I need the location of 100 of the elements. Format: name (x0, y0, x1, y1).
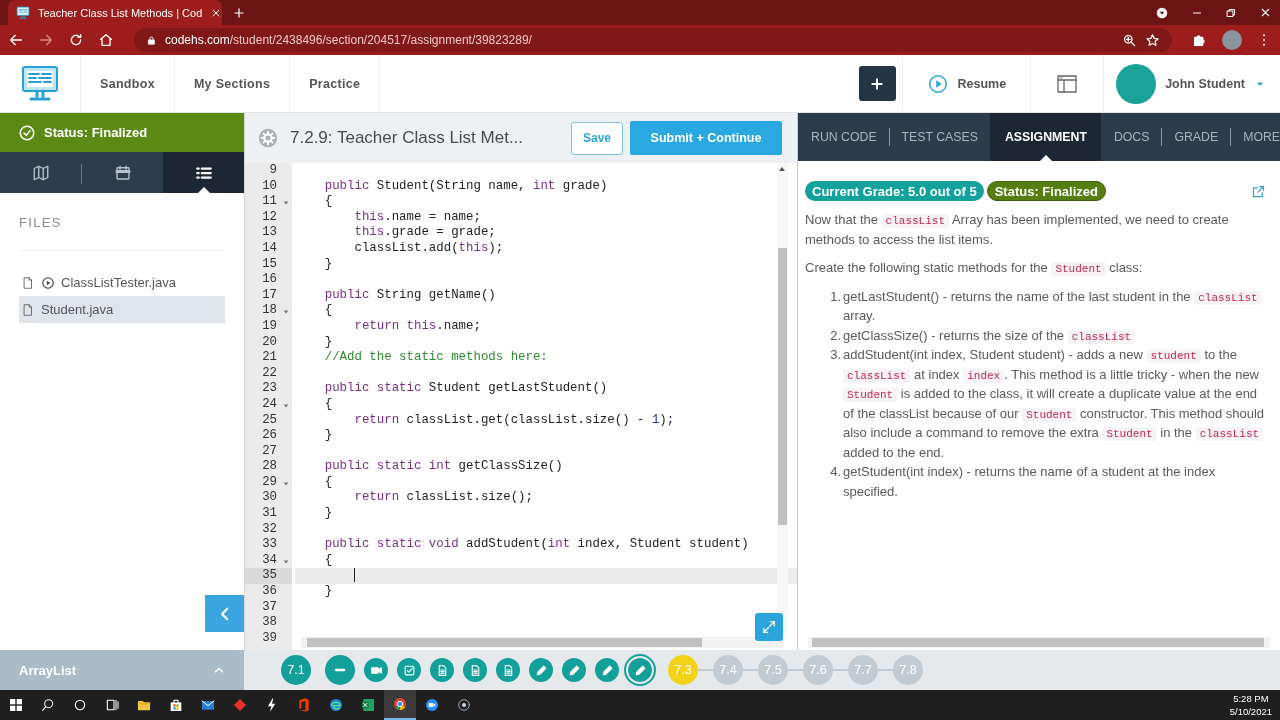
activity-button[interactable] (364, 658, 388, 682)
activity-button[interactable] (562, 658, 586, 682)
code-line: public String getName() (323, 287, 497, 304)
tab-pointer (1039, 155, 1052, 161)
nav-link[interactable]: My Sections (174, 55, 291, 112)
list-number: 2. (829, 326, 842, 345)
puzzle-icon[interactable] (1192, 32, 1208, 48)
activity-button[interactable] (595, 658, 619, 682)
close-icon[interactable] (1259, 6, 1272, 19)
panel-tab[interactable]: TEST CASES (888, 113, 990, 161)
avatar[interactable] (1116, 63, 1157, 104)
text-cursor (354, 568, 356, 583)
code-line: //Add the static methods here: (323, 350, 549, 366)
diamond-icon (232, 697, 248, 713)
code-line: } (323, 506, 334, 522)
browser-tab[interactable]: Teacher Class List Methods | Cod (8, 0, 222, 25)
monitor-logo-icon[interactable] (20, 63, 60, 104)
map-icon (31, 163, 50, 182)
file-item[interactable]: ClassListTester.java (19, 269, 225, 296)
address-bar[interactable]: codehs.com/student/2438496/section/204517/assignment/39823289/ (134, 28, 1172, 52)
shopping-bag-icon (168, 697, 184, 713)
horizontal-scrollbar[interactable] (808, 637, 1270, 648)
add-button[interactable] (858, 66, 896, 101)
lock-icon (146, 34, 157, 46)
activity-button[interactable] (496, 658, 520, 682)
vertical-scrollbar[interactable] (777, 163, 788, 635)
panel-tab[interactable]: ASSIGNMENT (989, 113, 1101, 161)
star-icon[interactable] (1145, 32, 1160, 48)
calendar-icon (113, 163, 132, 182)
save-button[interactable]: Save (570, 121, 623, 155)
office-icon (296, 697, 312, 713)
code-line: { (323, 396, 334, 413)
activity-button[interactable] (397, 658, 421, 682)
sidebar-tab[interactable] (163, 152, 244, 193)
play-circle-icon (926, 72, 949, 95)
line-number: 29 (261, 474, 278, 491)
reload-icon[interactable] (68, 32, 84, 48)
nav-link[interactable]: Practice (290, 55, 381, 112)
file-item[interactable]: Student.java (19, 296, 225, 323)
pencil-icon (534, 663, 548, 677)
forward-icon[interactable] (38, 32, 54, 48)
line-number: 18 (261, 303, 278, 319)
line-number: 28 (261, 459, 278, 475)
list-number: 1. (829, 287, 842, 306)
code-line: public Student(String name, int grade) (323, 178, 609, 195)
collapse-button[interactable] (205, 595, 244, 632)
line-number: 26 (261, 428, 278, 444)
line-number: 34 (261, 552, 278, 569)
browser-icon (392, 696, 408, 712)
file-icon (21, 302, 35, 317)
line-number: 32 (261, 521, 278, 538)
line-number: 22 (261, 365, 278, 382)
nav-link[interactable]: Sandbox (81, 55, 175, 112)
line-number: 39 (261, 630, 278, 647)
home-icon[interactable] (98, 32, 114, 48)
dropdown-icon[interactable] (1155, 5, 1169, 20)
code-line: return classList.size(); (353, 490, 534, 507)
panel-tab[interactable]: MORE (1230, 113, 1280, 161)
profile-avatar[interactable] (1222, 30, 1242, 50)
code-line: { (323, 303, 334, 319)
panel-tab[interactable]: DOCS (1100, 113, 1162, 161)
tab-pointer (197, 187, 210, 193)
activity-button[interactable] (430, 658, 454, 682)
horizontal-scrollbar[interactable] (301, 637, 783, 648)
taskbar-button[interactable] (384, 690, 416, 720)
fold-arrow-icon[interactable] (282, 401, 290, 410)
line-number: 23 (261, 381, 278, 397)
new-tab-icon[interactable] (232, 6, 246, 20)
external-link-icon[interactable] (1251, 183, 1266, 199)
zoom-icon[interactable] (1122, 32, 1137, 48)
panel-tab[interactable]: RUN CODE (798, 113, 889, 161)
activity-button[interactable] (624, 654, 656, 686)
task-view-icon (104, 697, 120, 713)
resume-link[interactable]: Resume (926, 72, 1007, 95)
collapse-button[interactable] (325, 655, 355, 685)
panel-tab[interactable]: GRADE (1161, 113, 1231, 161)
line-number: 10 (261, 178, 278, 195)
code-line: } (323, 334, 334, 351)
back-icon[interactable] (8, 32, 24, 48)
settings-icon[interactable] (257, 127, 279, 149)
status-badge: Status: Finalized (986, 181, 1106, 201)
pencil-icon (633, 663, 647, 677)
code-line: return classList.get(classList.size() - 1); (353, 412, 676, 429)
code-line: public static Student getLastStudent() (323, 381, 609, 397)
lesson-button[interactable]: 7.1 (281, 655, 311, 685)
line-number: 12 (261, 209, 278, 226)
line-number: 9 (268, 163, 278, 179)
user-name[interactable]: John Student (1165, 76, 1245, 91)
line-number: 36 (261, 584, 278, 600)
line-number: 27 (261, 443, 278, 460)
activity-button[interactable] (463, 658, 487, 682)
activity-button[interactable] (529, 658, 553, 682)
fold-arrow-icon[interactable] (282, 557, 290, 566)
grade-badge: Current Grade: 5.0 out of 5 (805, 181, 984, 201)
expand-button[interactable] (755, 613, 783, 641)
code-line: return this.name; (353, 318, 482, 335)
line-number: 30 (261, 490, 278, 507)
line-number: 11 (261, 194, 278, 210)
restore-icon[interactable] (1225, 6, 1237, 19)
fold-arrow-icon[interactable] (282, 479, 290, 488)
